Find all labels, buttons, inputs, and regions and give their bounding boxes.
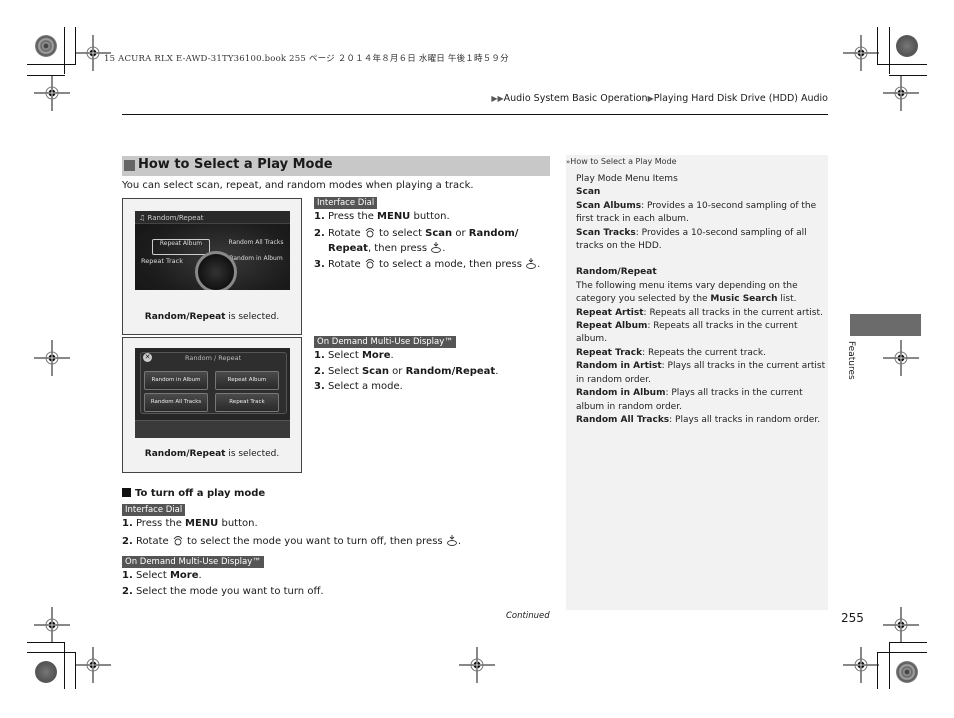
dial-step-3: 3. Rotate to select a mode, then press . xyxy=(314,258,541,270)
figure-caption: Random/Repeat is selected. xyxy=(144,312,280,322)
odmd-step-1: 1. Select More. xyxy=(314,350,394,361)
crosshair-icon xyxy=(33,339,71,377)
turn-off-heading: To turn off a play mode xyxy=(122,488,265,499)
section-intro: You can select scan, repeat, and random … xyxy=(122,180,474,191)
registration-rosette-icon xyxy=(35,35,57,57)
turn-off-odmd-step-2: 2. Select the mode you want to turn off. xyxy=(122,586,324,597)
screen-title: ♫ Random/Repeat xyxy=(139,214,204,222)
sidebar-entry: Scan Tracks: Provides a 10-second sampli… xyxy=(576,227,807,252)
dial-step-2-cont: Repeat, then press . xyxy=(328,242,446,254)
music-note-icon: ♫ xyxy=(139,214,148,222)
crosshair-icon xyxy=(74,646,112,684)
sidebar-entry: Random in Artist: Plays all tracks in th… xyxy=(576,361,826,385)
figure-odmd: ✕ Random / Repeat Random in Album Repeat… xyxy=(122,337,302,473)
sidebar-notes: »How to Select a Play Mode Play Mode Men… xyxy=(566,155,828,610)
chapter-tab[interactable] xyxy=(850,314,921,336)
sidebar-entry: Scan Albums: Provides a 10-second sampli… xyxy=(576,200,817,225)
crosshair-icon xyxy=(882,339,920,377)
crosshair-icon xyxy=(33,606,71,644)
sidebar-entry: Repeat Track: Repeats the current track. xyxy=(576,347,766,358)
sidebar-body: Play Mode Menu Items Scan Scan Albums: P… xyxy=(576,173,826,427)
crosshair-icon xyxy=(882,74,920,112)
continued-label: Continued xyxy=(506,611,550,621)
sidebar-subheading: Random/Repeat xyxy=(576,267,657,278)
interface-dial-rotate-icon xyxy=(173,536,183,546)
dial-knob-graphic xyxy=(195,251,237,290)
crosshair-icon xyxy=(33,74,71,112)
double-right-triangle-icon: ▶▶ xyxy=(491,94,504,103)
interface-dial-rotate-icon xyxy=(365,228,375,238)
screen-title: Random / Repeat xyxy=(185,354,242,362)
breadcrumb-item[interactable]: Playing Hard Disk Drive (HDD) Audio xyxy=(654,93,828,104)
breadcrumb-item[interactable]: Audio System Basic Operation xyxy=(504,93,648,104)
screen-image: ✕ Random / Repeat Random in Album Repeat… xyxy=(135,348,290,438)
sidebar-entry: Random in Album: Plays all tracks in the… xyxy=(576,388,803,412)
interface-dial-press-icon xyxy=(446,535,457,546)
interface-dial-press-icon xyxy=(526,258,537,269)
odmd-tag: On Demand Multi-Use Display™ xyxy=(122,556,264,568)
screen-image: ♫ Random/Repeat Repeat Album Random All … xyxy=(135,211,290,290)
section-title: How to Select a Play Mode xyxy=(138,157,333,172)
sidebar-entry: Repeat Artist: Repeats all tracks in the… xyxy=(576,307,823,318)
interface-dial-rotate-icon xyxy=(365,259,375,269)
figure-caption: Random/Repeat is selected. xyxy=(144,449,280,459)
screen-button: Random in Album xyxy=(144,371,208,390)
screen-item: Repeat Album xyxy=(152,239,210,255)
screen-button: Random All Tracks xyxy=(144,393,208,412)
section-square-icon xyxy=(124,160,135,171)
sidebar-entry: Repeat Album: Repeats all tracks in the … xyxy=(576,321,798,345)
sidebar-entry: Random All Tracks: Plays all tracks in r… xyxy=(576,414,821,425)
crosshair-icon xyxy=(458,646,496,684)
crosshair-icon xyxy=(882,606,920,644)
section-heading: How to Select a Play Mode xyxy=(122,156,550,176)
sidebar-paragraph: The following menu items vary depending … xyxy=(576,280,798,305)
sidebar-title: »How to Select a Play Mode xyxy=(566,157,677,166)
odmd-step-2: 2. Select Scan or Random/Repeat. xyxy=(314,366,499,377)
header-rule xyxy=(122,114,828,115)
breadcrumb: ▶▶Audio System Basic Operation▶Playing H… xyxy=(491,93,828,104)
dial-step-1: 1. Press the MENU button. xyxy=(314,211,450,222)
page-number: 255 xyxy=(841,611,864,625)
crosshair-icon xyxy=(842,34,880,72)
sidebar-subheading: Scan xyxy=(576,187,601,198)
screen-button: Repeat Album xyxy=(215,371,279,390)
registration-rosette-icon xyxy=(35,661,57,683)
turn-off-dial-step-1: 1. Press the MENU button. xyxy=(122,518,258,529)
odmd-tag: On Demand Multi-Use Display™ xyxy=(314,336,456,348)
registration-rosette-icon xyxy=(896,661,918,683)
screen-item: Random All Tracks xyxy=(228,239,284,246)
crosshair-icon xyxy=(842,646,880,684)
screen-button: Repeat Track xyxy=(215,393,279,412)
sidebar-heading: Play Mode Menu Items xyxy=(576,174,678,184)
turn-off-dial-step-2: 2. Rotate to select the mode you want to… xyxy=(122,535,461,547)
odmd-step-3: 3. Select a mode. xyxy=(314,381,403,392)
square-bullet-icon xyxy=(122,488,131,497)
dial-step-2: 2. Rotate to select Scan or Random/ xyxy=(314,228,519,239)
close-icon: ✕ xyxy=(143,353,152,362)
registration-rosette-icon xyxy=(896,35,918,57)
screen-item: Random in Album xyxy=(229,255,283,262)
interface-dial-press-icon xyxy=(431,242,442,253)
chapter-tab-label: Features xyxy=(846,341,856,380)
interface-dial-tag: Interface Dial xyxy=(122,504,186,516)
figure-interface-dial: ♫ Random/Repeat Repeat Album Random All … xyxy=(122,198,302,335)
turn-off-odmd-step-1: 1. Select More. xyxy=(122,570,202,581)
interface-dial-tag: Interface Dial xyxy=(314,197,378,209)
print-header: 15 ACURA RLX E-AWD-31TY36100.book 255 ペー… xyxy=(104,54,509,64)
climate-bar xyxy=(135,420,290,438)
